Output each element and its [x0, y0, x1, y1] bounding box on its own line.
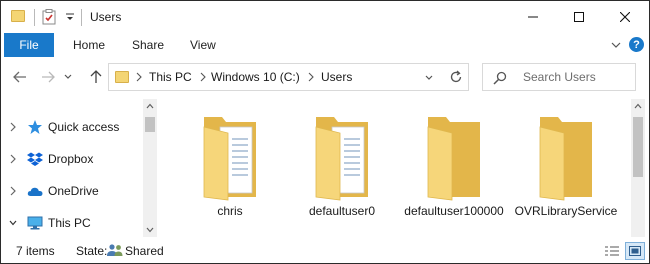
dropbox-icon: [27, 152, 43, 166]
chevron-right-icon[interactable]: [9, 122, 17, 132]
navigation-pane: Quick access Dropbox OneDrive This PC: [1, 99, 159, 239]
star-icon: [28, 120, 42, 134]
arrow-left-icon: [13, 71, 26, 83]
large-icons-view-icon: [629, 246, 641, 256]
details-view-icon: [605, 246, 619, 256]
sidebar-item-quick-access[interactable]: Quick access: [1, 112, 141, 142]
arrow-up-icon: [90, 70, 102, 83]
navigation-scrollbar[interactable]: [143, 99, 157, 237]
folder-item-chris[interactable]: chris: [175, 99, 285, 239]
chevron-down-icon: [64, 74, 72, 79]
folder-icon[interactable]: [11, 10, 25, 22]
recent-locations-button[interactable]: [61, 67, 75, 87]
window-title: Users: [90, 10, 122, 24]
file-list: chris defaultuser0 defaultuser100000 OVR…: [159, 99, 631, 239]
properties-icon[interactable]: [42, 9, 56, 25]
breadcrumb-users[interactable]: Users: [321, 70, 352, 84]
arrow-right-icon: [42, 71, 55, 83]
minimize-icon: [528, 16, 538, 18]
help-icon[interactable]: ?: [629, 37, 644, 52]
state-label: State:: [76, 244, 108, 258]
tab-home[interactable]: Home: [73, 33, 105, 57]
sidebar-item-this-pc[interactable]: This PC: [1, 208, 141, 238]
large-icons-view-button[interactable]: [625, 242, 645, 260]
tab-share[interactable]: Share: [132, 33, 164, 57]
users-icon: [107, 244, 123, 256]
close-button[interactable]: [602, 1, 648, 33]
state-value: Shared: [125, 244, 164, 258]
item-label: OVRLibraryService: [514, 204, 618, 218]
search-placeholder: Search Users: [523, 70, 596, 84]
folder-icon: [115, 71, 129, 83]
ribbon-tabs: File Home Share View ?: [1, 33, 649, 57]
forward-button[interactable]: [38, 67, 58, 87]
file-explorer-window: Users File Home Share View ? This PC Win…: [0, 0, 650, 264]
folder-with-files-icon: [315, 117, 368, 201]
item-label: defaultuser100000: [404, 204, 504, 218]
folder-item-defaultuser100000[interactable]: defaultuser100000: [399, 99, 509, 239]
cloud-icon: [27, 187, 43, 196]
search-icon: [493, 71, 507, 85]
chevron-right-icon[interactable]: [199, 71, 207, 83]
sidebar-item-onedrive[interactable]: OneDrive: [1, 176, 141, 206]
address-bar[interactable]: This PC Windows 10 (C:) Users: [108, 63, 444, 91]
refresh-icon: [450, 70, 461, 83]
computer-icon: [27, 216, 43, 230]
back-button[interactable]: [10, 67, 30, 87]
folder-icon: [427, 117, 480, 201]
minimize-button[interactable]: [510, 1, 556, 33]
maximize-button[interactable]: [556, 1, 602, 33]
sidebar-item-label: OneDrive: [48, 184, 99, 198]
title-bar: Users: [1, 1, 649, 33]
content-scrollbar[interactable]: [631, 99, 645, 237]
folder-item-defaultuser0[interactable]: defaultuser0: [287, 99, 397, 239]
sidebar-item-label: Quick access: [48, 120, 120, 134]
close-icon: [620, 12, 630, 22]
details-view-button[interactable]: [602, 242, 622, 260]
tab-view[interactable]: View: [190, 33, 216, 57]
sidebar-item-label: This PC: [48, 216, 91, 230]
chevron-down-icon[interactable]: [9, 218, 17, 228]
maximize-icon: [574, 12, 584, 22]
breadcrumb-this-pc[interactable]: This PC: [149, 70, 192, 84]
chevron-right-icon[interactable]: [9, 154, 17, 164]
sidebar-item-dropbox[interactable]: Dropbox: [1, 144, 141, 174]
scroll-up-icon[interactable]: [146, 103, 154, 109]
chevron-right-icon[interactable]: [9, 186, 17, 196]
status-bar: 7 items State: Shared: [1, 239, 649, 263]
expand-ribbon-icon[interactable]: [609, 38, 623, 52]
folder-icon: [539, 117, 592, 201]
search-input[interactable]: Search Users: [482, 63, 636, 91]
tab-file[interactable]: File: [4, 33, 54, 57]
chevron-right-icon[interactable]: [135, 71, 143, 83]
up-button[interactable]: [86, 67, 106, 87]
scrollbar-thumb[interactable]: [633, 117, 643, 177]
scrollbar-thumb[interactable]: [145, 117, 155, 132]
item-label: defaultuser0: [308, 204, 376, 218]
chevron-down-icon[interactable]: [64, 11, 76, 23]
item-label: chris: [217, 204, 243, 218]
breadcrumb-drive[interactable]: Windows 10 (C:): [211, 70, 300, 84]
scroll-up-icon[interactable]: [634, 103, 642, 109]
divider: [34, 9, 35, 26]
scroll-down-icon[interactable]: [146, 227, 154, 233]
sidebar-item-label: Dropbox: [48, 152, 94, 166]
chevron-down-icon[interactable]: [423, 72, 435, 84]
folder-item-ovrlibraryservice[interactable]: OVRLibraryService: [511, 99, 621, 239]
divider: [81, 9, 82, 26]
chevron-right-icon[interactable]: [307, 71, 315, 83]
folder-with-files-icon: [203, 117, 256, 201]
refresh-button[interactable]: [443, 63, 469, 91]
address-row: This PC Windows 10 (C:) Users Search Use…: [1, 59, 649, 95]
item-count: 7 items: [16, 244, 55, 258]
